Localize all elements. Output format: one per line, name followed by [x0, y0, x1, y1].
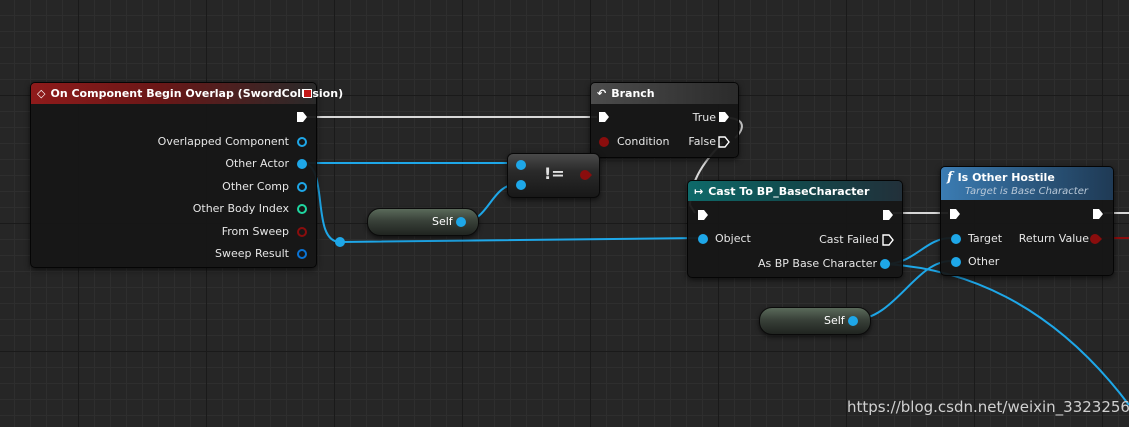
- function-node-is-other-hostile[interactable]: f Is Other Hostile Target is Base Charac…: [940, 166, 1114, 276]
- cast-as-bp-pin[interactable]: [880, 259, 890, 269]
- pin-label-overlapped-component: Overlapped Component: [157, 135, 289, 148]
- cast-node-header[interactable]: ↦ Cast To BP_BaseCharacter: [688, 181, 902, 201]
- wire-other-actor-to-cast: [301, 162, 701, 244]
- stop-square-icon: [303, 89, 312, 98]
- self-node-1[interactable]: Self: [367, 208, 479, 236]
- function-icon: f: [947, 170, 953, 185]
- watermark-text: https://blog.csdn.net/weixin_33232568: [847, 398, 1129, 416]
- pin-other-actor[interactable]: [297, 159, 307, 169]
- not-equal-node[interactable]: !=: [507, 153, 600, 198]
- notequal-input-a-pin[interactable]: [516, 160, 526, 170]
- event-node-begin-overlap[interactable]: ◇ On Component Begin Overlap (SwordCollo…: [30, 82, 343, 268]
- self-node-2-label: Self: [824, 314, 845, 327]
- pin-label-as-bp-base-character: As BP Base Character: [757, 257, 877, 270]
- notequal-input-b-pin[interactable]: [516, 180, 526, 190]
- pin-label-from-sweep: From Sweep: [221, 225, 289, 238]
- pin-label-false: False: [688, 135, 716, 148]
- branch-true-pin[interactable]: [718, 111, 730, 123]
- pin-label-object: Object: [715, 232, 751, 245]
- notequal-output-pin[interactable]: [580, 169, 592, 181]
- pin-label-sweep-result: Sweep Result: [215, 247, 289, 260]
- branch-false-pin[interactable]: [718, 136, 730, 148]
- pin-label-return-value: Return Value: [1018, 232, 1089, 245]
- pin-label-condition: Condition: [617, 135, 670, 148]
- cast-exec-in-pin[interactable]: [697, 209, 709, 221]
- exec-out-pin[interactable]: [296, 111, 308, 123]
- pin-overlapped-component[interactable]: [297, 137, 307, 147]
- branch-node-title: Branch: [611, 87, 655, 100]
- function-other-pin[interactable]: [951, 257, 961, 267]
- self-node-1-label: Self: [432, 215, 453, 228]
- function-target-pin[interactable]: [951, 234, 961, 244]
- function-node-title: Is Other Hostile: [957, 171, 1055, 184]
- reroute-knot: [335, 237, 345, 247]
- pin-label-other-comp: Other Comp: [222, 180, 289, 193]
- pin-from-sweep[interactable]: [297, 227, 307, 237]
- self-node-2-output-pin[interactable]: [848, 316, 858, 326]
- function-node-header[interactable]: f Is Other Hostile Target is Base Charac…: [941, 167, 1113, 200]
- pin-label-true: True: [692, 111, 716, 124]
- pin-label-target: Target: [968, 232, 1003, 245]
- self-node-2[interactable]: Self: [759, 307, 871, 335]
- function-exec-out-pin[interactable]: [1092, 208, 1104, 220]
- pin-sweep-result[interactable]: [297, 249, 307, 259]
- cast-failed-pin[interactable]: [882, 234, 894, 246]
- diamond-event-icon: ◇: [37, 87, 46, 100]
- branch-icon: ↶: [597, 87, 607, 100]
- pin-other-body-index[interactable]: [297, 204, 307, 214]
- cast-arrow-icon: ↦: [694, 184, 704, 198]
- cast-object-pin[interactable]: [698, 234, 708, 244]
- pin-label-other-actor: Other Actor: [225, 157, 289, 170]
- self-node-1-output-pin[interactable]: [456, 217, 466, 227]
- pin-label-other-body-index: Other Body Index: [192, 202, 289, 215]
- function-return-value-pin[interactable]: [1090, 234, 1102, 244]
- wire-as-bp-outgoing: [884, 263, 1129, 406]
- pin-label-cast-failed: Cast Failed: [819, 233, 879, 246]
- event-node-title: On Component Begin Overlap (SwordCollosi…: [50, 87, 344, 100]
- pin-other-comp[interactable]: [297, 182, 307, 192]
- branch-exec-in-pin[interactable]: [598, 111, 610, 123]
- branch-node-header[interactable]: ↶ Branch: [591, 83, 738, 104]
- function-node-subtitle: Target is Base Character: [965, 186, 1088, 197]
- pin-label-other: Other: [968, 255, 1000, 268]
- event-node-header[interactable]: ◇ On Component Begin Overlap (SwordCollo…: [31, 83, 343, 104]
- branch-node[interactable]: ↶ Branch Condition True False: [590, 82, 739, 158]
- not-equal-symbol: !=: [544, 164, 565, 183]
- cast-node[interactable]: ↦ Cast To BP_BaseCharacter Object Cast F…: [687, 180, 903, 278]
- function-exec-in-pin[interactable]: [949, 208, 961, 220]
- cast-node-title: Cast To BP_BaseCharacter: [708, 184, 870, 198]
- cast-exec-out-pin[interactable]: [882, 209, 894, 221]
- pin-condition[interactable]: [599, 137, 609, 147]
